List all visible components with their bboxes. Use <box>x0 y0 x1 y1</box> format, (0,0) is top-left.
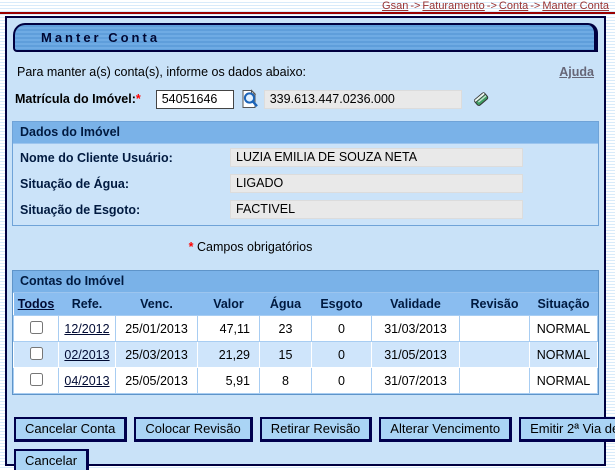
breadcrumb-separator: -> <box>487 0 497 12</box>
col-header-venc: Venc. <box>116 293 198 316</box>
col-header-validade: Validade <box>372 293 460 316</box>
situacao-agua-label: Situação de Água: <box>20 177 230 191</box>
page-title: Manter Conta <box>13 23 598 52</box>
inscricao-field: 339.613.447.0236.000 <box>264 90 462 109</box>
agua-cell: 15 <box>260 342 312 368</box>
matricula-label: Matrícula do Imóvel:* <box>15 92 141 106</box>
col-header-agua: Água <box>260 293 312 316</box>
breadcrumb-separator: -> <box>530 0 540 12</box>
agua-cell: 8 <box>260 368 312 394</box>
venc-cell: 25/01/2013 <box>116 316 198 342</box>
refe-link[interactable]: 04/2013 <box>64 374 109 388</box>
valor-cell: 21,29 <box>198 342 260 368</box>
venc-cell: 25/03/2013 <box>116 342 198 368</box>
field-row-situacao-esgoto: Situação de Esgoto: FACTIVEL <box>13 196 598 225</box>
colocar-revisao-button[interactable]: Colocar Revisão <box>134 417 252 442</box>
table-header-row: Todos Refe. Venc. Valor Água Esgoto Vali… <box>14 293 598 316</box>
valor-cell: 47,11 <box>198 316 260 342</box>
main-panel: Manter Conta Para manter a(s) conta(s), … <box>5 16 606 466</box>
col-header-revisao: Revisão <box>460 293 530 316</box>
nome-cliente-value: LUZIA EMILIA DE SOUZA NETA <box>230 148 523 167</box>
contas-imovel-section: Contas do Imóvel Todos Refe. Venc. Valor… <box>12 270 599 395</box>
table-row: 02/2013 25/03/2013 21,29 15 0 31/05/2013… <box>14 342 598 368</box>
matricula-input[interactable] <box>156 90 234 109</box>
required-asterisk: * <box>189 240 194 254</box>
col-header-valor: Valor <box>198 293 260 316</box>
contas-table: Todos Refe. Venc. Valor Água Esgoto Vali… <box>13 293 598 394</box>
col-header-refe: Refe. <box>59 293 116 316</box>
contas-imovel-header: Contas do Imóvel <box>13 271 598 293</box>
col-header-esgoto: Esgoto <box>312 293 372 316</box>
col-header-situacao: Situação <box>530 293 598 316</box>
revisao-cell <box>460 368 530 394</box>
row-checkbox[interactable] <box>30 347 43 360</box>
situacao-esgoto-label: Situação de Esgoto: <box>20 203 230 217</box>
cancelar-button[interactable]: Cancelar <box>14 449 89 470</box>
page-title-text: Manter Conta <box>41 30 160 45</box>
refe-link[interactable]: 02/2013 <box>64 348 109 362</box>
retirar-revisao-button[interactable]: Retirar Revisão <box>260 417 373 442</box>
field-row-nome-cliente: Nome do Cliente Usuário: LUZIA EMILIA DE… <box>13 144 598 170</box>
field-row-situacao-agua: Situação de Água: LIGADO <box>13 170 598 196</box>
breadcrumb-link-conta[interactable]: Conta <box>499 0 528 12</box>
required-fields-note: * Campos obrigatórios <box>12 240 489 254</box>
eraser-icon[interactable] <box>471 89 491 109</box>
row-checkbox[interactable] <box>30 321 43 334</box>
emitir-segunda-via-button[interactable]: Emitir 2ª Via de Conta <box>519 417 615 442</box>
validade-cell: 31/05/2013 <box>372 342 460 368</box>
intro-text: Para manter a(s) conta(s), informe os da… <box>17 65 306 79</box>
breadcrumb-link-faturamento[interactable]: Faturamento <box>422 0 484 12</box>
required-asterisk: * <box>136 92 141 106</box>
valor-cell: 5,91 <box>198 368 260 394</box>
validade-cell: 31/03/2013 <box>372 316 460 342</box>
situacao-cell: NORMAL <box>530 342 598 368</box>
search-document-icon[interactable] <box>240 89 260 109</box>
nome-cliente-label: Nome do Cliente Usuário: <box>20 151 230 165</box>
revisao-cell <box>460 316 530 342</box>
breadcrumb-link-gsan[interactable]: Gsan <box>382 0 408 12</box>
cancelar-conta-button[interactable]: Cancelar Conta <box>14 417 127 442</box>
breadcrumb-link-manter-conta[interactable]: Manter Conta <box>542 0 609 12</box>
table-row: 12/2012 25/01/2013 47,11 23 0 31/03/2013… <box>14 316 598 342</box>
situacao-cell: NORMAL <box>530 368 598 394</box>
situacao-esgoto-value: FACTIVEL <box>230 200 523 219</box>
esgoto-cell: 0 <box>312 316 372 342</box>
select-all-link[interactable]: Todos <box>18 297 55 311</box>
esgoto-cell: 0 <box>312 368 372 394</box>
revisao-cell <box>460 342 530 368</box>
dados-imovel-header: Dados do Imóvel <box>13 122 598 144</box>
help-link[interactable]: Ajuda <box>559 65 594 79</box>
refe-link[interactable]: 12/2012 <box>64 322 109 336</box>
top-red-rule <box>0 12 615 14</box>
venc-cell: 25/05/2013 <box>116 368 198 394</box>
agua-cell: 23 <box>260 316 312 342</box>
breadcrumb: Gsan->Faturamento->Conta->Manter Conta <box>0 0 615 12</box>
validade-cell: 31/07/2013 <box>372 368 460 394</box>
situacao-cell: NORMAL <box>530 316 598 342</box>
row-checkbox[interactable] <box>30 373 43 386</box>
esgoto-cell: 0 <box>312 342 372 368</box>
dados-imovel-section: Dados do Imóvel Nome do Cliente Usuário:… <box>12 121 599 226</box>
alterar-vencimento-button[interactable]: Alterar Vencimento <box>379 417 512 442</box>
table-row: 04/2013 25/05/2013 5,91 8 0 31/07/2013 N… <box>14 368 598 394</box>
breadcrumb-separator: -> <box>410 0 420 12</box>
situacao-agua-value: LIGADO <box>230 174 523 193</box>
